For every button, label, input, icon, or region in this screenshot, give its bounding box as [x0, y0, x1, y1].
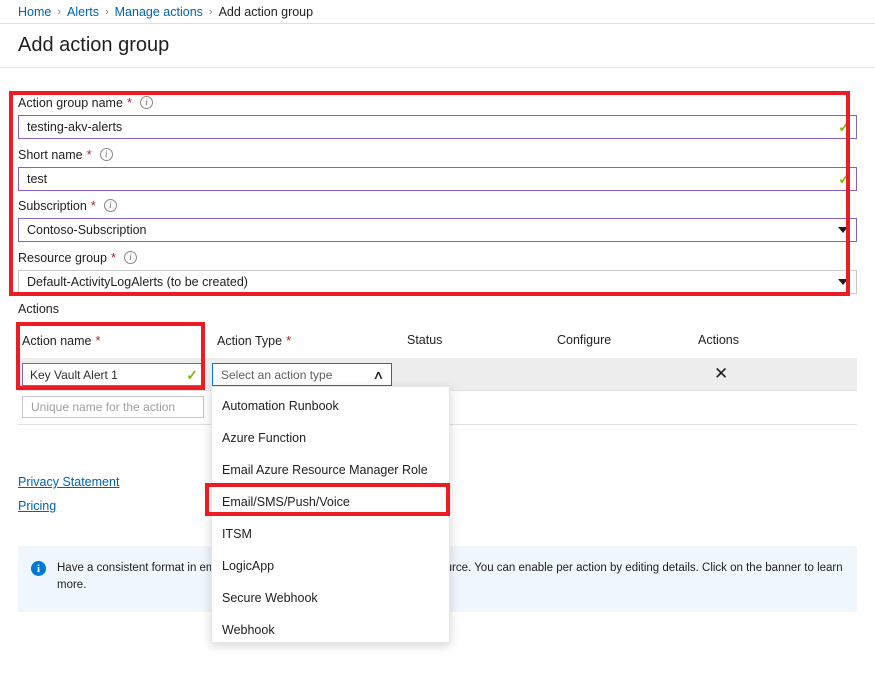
action-type-dropdown[interactable]: Automation Runbook Azure Function Email … [211, 386, 450, 643]
info-icon[interactable]: i [124, 251, 137, 264]
valid-check-icon: ✓ [186, 368, 198, 382]
valid-check-icon: ✓ [838, 172, 850, 186]
breadcrumb-separator-icon: › [105, 6, 109, 18]
short-name-input[interactable]: test ✓ [18, 167, 857, 191]
action-type-select[interactable]: Select an action type ∧ [212, 363, 392, 386]
info-circle-icon: i [31, 561, 46, 576]
subscription-value: Contoso-Subscription [27, 223, 830, 237]
short-name-value: test [27, 172, 832, 186]
dropdown-option-logicapp[interactable]: LogicApp [212, 550, 449, 582]
new-action-name-placeholder: Unique name for the action [31, 400, 175, 414]
action-group-name-input[interactable]: testing-akv-alerts ✓ [18, 115, 857, 139]
column-header-configure: Configure [557, 333, 611, 347]
info-banner-text: Have a consistent format in email and we… [57, 560, 843, 594]
chevron-up-icon: ∧ [373, 369, 385, 381]
required-marker: * [111, 250, 116, 265]
column-header-status: Status [407, 333, 442, 347]
required-marker: * [95, 333, 100, 348]
info-icon[interactable]: i [100, 148, 113, 161]
dropdown-option-secure-webhook[interactable]: Secure Webhook [212, 582, 449, 614]
page-title: Add action group [18, 34, 169, 57]
action-group-name-label: Action group name * i [18, 95, 153, 110]
required-marker: * [286, 333, 291, 348]
dropdown-option-email-azure-resource-manager-role[interactable]: Email Azure Resource Manager Role [212, 454, 449, 486]
delete-action-icon[interactable]: ✕ [714, 365, 728, 382]
breadcrumb-item-alerts[interactable]: Alerts [67, 5, 99, 19]
dropdown-option-email-sms-push-voice[interactable]: Email/SMS/Push/Voice [212, 486, 449, 518]
subscription-label: Subscription * i [18, 198, 117, 213]
dropdown-option-azure-function[interactable]: Azure Function [212, 422, 449, 454]
required-marker: * [127, 95, 132, 110]
dropdown-option-itsm[interactable]: ITSM [212, 518, 449, 550]
resource-group-select[interactable]: Default-ActivityLogAlerts (to be created… [18, 270, 857, 294]
dropdown-option-webhook[interactable]: Webhook [212, 614, 449, 646]
resource-group-label: Resource group * i [18, 250, 137, 265]
valid-check-icon: ✓ [838, 120, 850, 134]
short-name-label: Short name * i [18, 147, 113, 162]
breadcrumb: Home › Alerts › Manage actions › Add act… [0, 0, 875, 24]
info-icon[interactable]: i [104, 199, 117, 212]
action-name-value: Key Vault Alert 1 [30, 368, 180, 382]
required-marker: * [87, 147, 92, 162]
subscription-select[interactable]: Contoso-Subscription [18, 218, 857, 242]
privacy-statement-link[interactable]: Privacy Statement [18, 475, 119, 489]
breadcrumb-item-manage-actions[interactable]: Manage actions [115, 5, 203, 19]
required-marker: * [91, 198, 96, 213]
chevron-down-icon [838, 279, 848, 285]
info-icon[interactable]: i [140, 96, 153, 109]
breadcrumb-item-home[interactable]: Home [18, 5, 51, 19]
breadcrumb-item-current: Add action group [219, 5, 314, 19]
add-action-group-page: Home › Alerts › Manage actions › Add act… [0, 0, 875, 673]
resource-group-value: Default-ActivityLogAlerts (to be created… [27, 275, 830, 289]
action-name-input[interactable]: Key Vault Alert 1 ✓ [22, 363, 204, 386]
actions-section-title: Actions [18, 302, 59, 316]
action-type-value: Select an action type [221, 368, 368, 382]
action-group-name-value: testing-akv-alerts [27, 120, 832, 134]
column-header-actions: Actions [698, 333, 739, 347]
column-header-action-name: Action name * [22, 333, 101, 348]
pricing-link[interactable]: Pricing [18, 499, 56, 513]
column-header-action-type: Action Type * [217, 333, 291, 348]
page-header: Add action group [0, 24, 875, 68]
dropdown-option-automation-runbook[interactable]: Automation Runbook [212, 390, 449, 422]
new-action-name-input[interactable]: Unique name for the action [22, 396, 204, 418]
breadcrumb-separator-icon: › [209, 6, 213, 18]
breadcrumb-separator-icon: › [57, 6, 61, 18]
chevron-down-icon [838, 227, 848, 233]
